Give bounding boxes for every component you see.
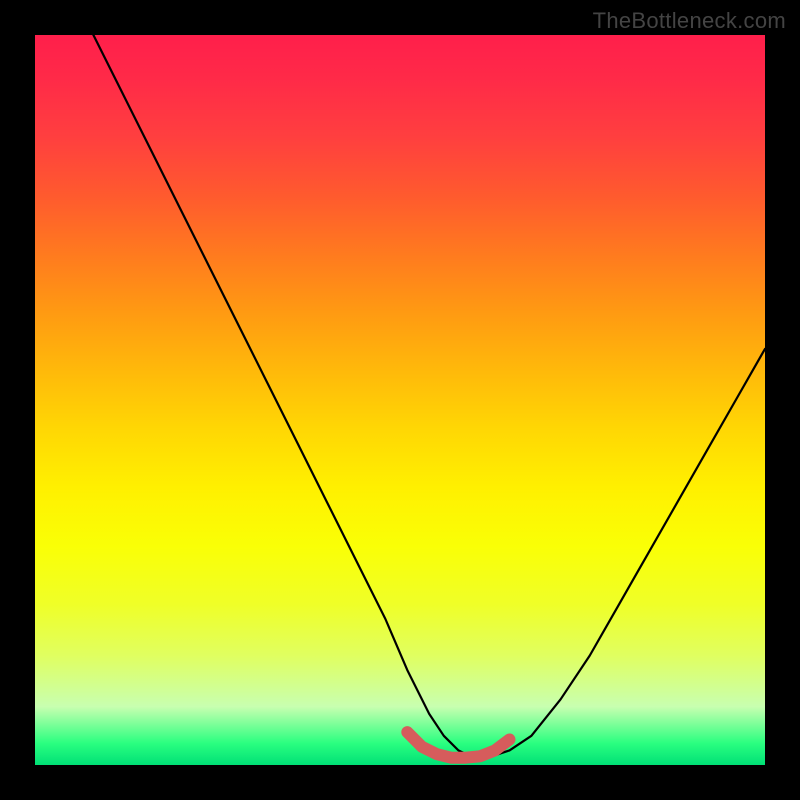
chart-frame: TheBottleneck.com — [0, 0, 800, 800]
flat-region-marker — [407, 732, 509, 758]
curve-layer — [35, 35, 765, 765]
watermark-text: TheBottleneck.com — [593, 8, 786, 34]
bottleneck-curve — [93, 35, 765, 758]
plot-area — [35, 35, 765, 765]
